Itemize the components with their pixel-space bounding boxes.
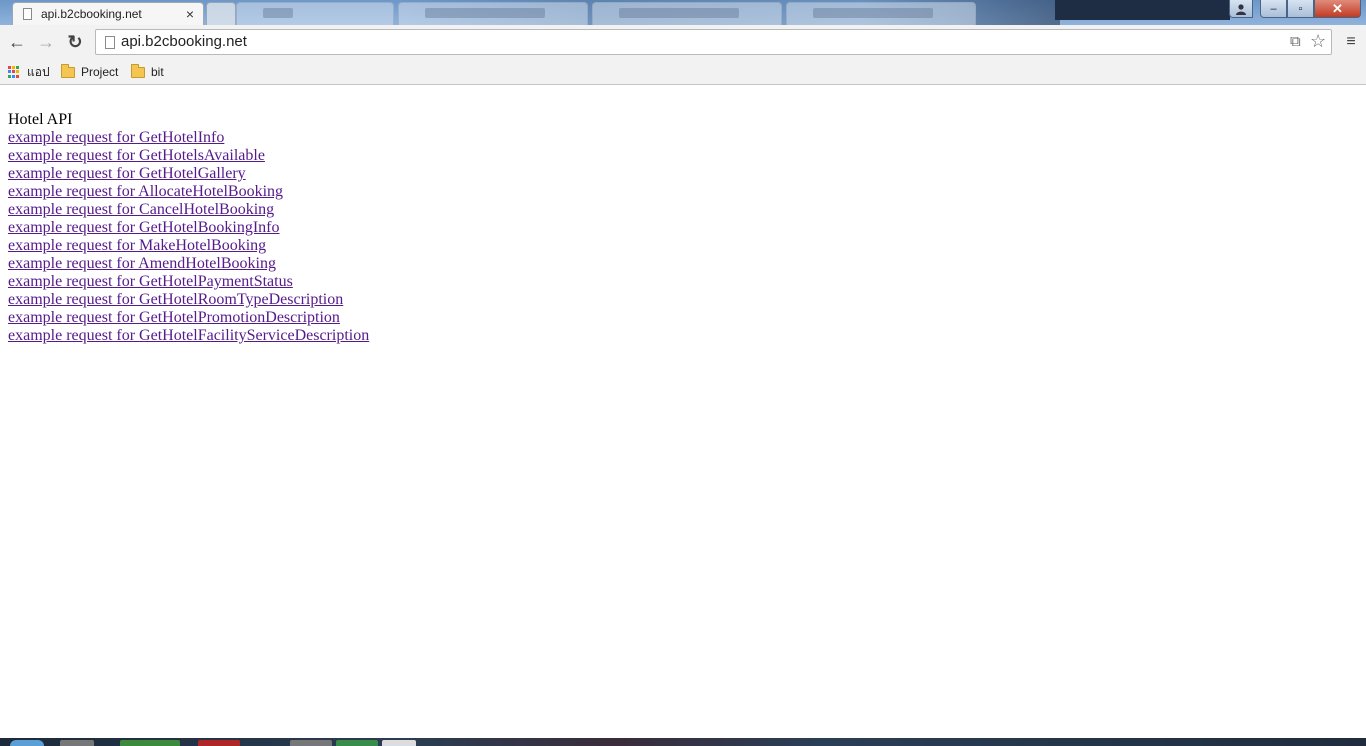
- bookmarks-bar: แอป Project bit: [0, 59, 1366, 85]
- tab-close-icon[interactable]: ×: [186, 5, 194, 23]
- api-link-gethotelpaymentstatus[interactable]: example request for GetHotelPaymentStatu…: [8, 273, 369, 291]
- taskbar-preview-strip: [1055, 0, 1230, 20]
- maximize-button[interactable]: ▫: [1287, 0, 1314, 18]
- hamburger-menu-icon: ≡: [1346, 33, 1356, 50]
- tab-active[interactable]: api.b2cbooking.net ×: [12, 2, 204, 25]
- bookmark-label: bit: [151, 65, 164, 79]
- bookmark-apps[interactable]: แอป: [8, 63, 50, 81]
- forward-button[interactable]: →: [35, 31, 57, 53]
- page-content: Hotel API example request for GetHotelIn…: [8, 111, 369, 345]
- taskbar-item[interactable]: [290, 740, 332, 746]
- bookmark-folder-bit[interactable]: bit: [131, 63, 164, 81]
- bookmark-label: Project: [81, 65, 119, 79]
- taskbar-item[interactable]: [336, 740, 378, 746]
- api-link-allocatehotelbooking[interactable]: example request for AllocateHotelBooking: [8, 183, 369, 201]
- page-icon: [105, 36, 115, 49]
- start-button[interactable]: [10, 740, 44, 746]
- taskbar-item[interactable]: [382, 740, 416, 746]
- user-icon: [1236, 3, 1246, 15]
- reload-button[interactable]: ↻: [64, 31, 86, 53]
- folder-icon: [131, 63, 145, 78]
- tab-title: api.b2cbooking.net: [41, 7, 142, 21]
- taskbar-item[interactable]: [120, 740, 180, 746]
- back-button[interactable]: ←: [6, 31, 28, 53]
- bookmark-folder-project[interactable]: Project: [61, 63, 118, 81]
- api-link-makehotelbooking[interactable]: example request for MakeHotelBooking: [8, 237, 369, 255]
- api-link-gethotelbookinginfo[interactable]: example request for GetHotelBookingInfo: [8, 219, 369, 237]
- tab-background[interactable]: [236, 2, 394, 25]
- api-link-gethotelsavailable[interactable]: example request for GetHotelsAvailable: [8, 147, 369, 165]
- browser-toolbar: ← → ↻ api.b2cbooking.net ⧉ ☆ ≡: [0, 25, 1366, 59]
- api-link-amendhotelbooking[interactable]: example request for AmendHotelBooking: [8, 255, 369, 273]
- api-link-gethotelfacilityservicedescription[interactable]: example request for GetHotelFacilityServ…: [8, 327, 369, 345]
- minimize-button[interactable]: –: [1260, 0, 1287, 18]
- translate-icon[interactable]: ⧉: [1290, 33, 1301, 50]
- forward-arrow-icon: →: [37, 31, 55, 52]
- tab-background[interactable]: [786, 2, 976, 25]
- user-profile-button[interactable]: [1229, 0, 1253, 18]
- address-bar[interactable]: api.b2cbooking.net ⧉ ☆: [95, 29, 1332, 55]
- bookmark-label: แอป: [27, 64, 50, 79]
- close-window-button[interactable]: ✕: [1314, 0, 1361, 18]
- api-link-gethotelgallery[interactable]: example request for GetHotelGallery: [8, 165, 369, 183]
- api-link-gethotelinfo[interactable]: example request for GetHotelInfo: [8, 129, 369, 147]
- window-titlebar: api.b2cbooking.net × – ▫ ✕: [0, 0, 1366, 25]
- back-arrow-icon: ←: [8, 31, 26, 52]
- api-link-cancelhotelbooking[interactable]: example request for CancelHotelBooking: [8, 201, 369, 219]
- url-text: api.b2cbooking.net: [121, 33, 247, 50]
- reload-icon: ↻: [67, 31, 83, 52]
- apps-grid-icon: [8, 66, 20, 78]
- bookmark-star-icon[interactable]: ☆: [1310, 31, 1326, 52]
- tab-background[interactable]: [592, 2, 782, 25]
- chrome-menu-button[interactable]: ≡: [1341, 31, 1361, 53]
- taskbar-item[interactable]: [198, 740, 240, 746]
- page-heading: Hotel API: [8, 111, 73, 128]
- tab-background[interactable]: [398, 2, 588, 25]
- api-link-gethotelroomtypedescription[interactable]: example request for GetHotelRoomTypeDesc…: [8, 291, 369, 309]
- api-link-gethotelpromotiondescription[interactable]: example request for GetHotelPromotionDes…: [8, 309, 369, 327]
- new-tab-button[interactable]: [206, 2, 236, 25]
- page-favicon-icon: [23, 8, 32, 20]
- taskbar-item[interactable]: [60, 740, 94, 746]
- folder-icon: [61, 63, 75, 78]
